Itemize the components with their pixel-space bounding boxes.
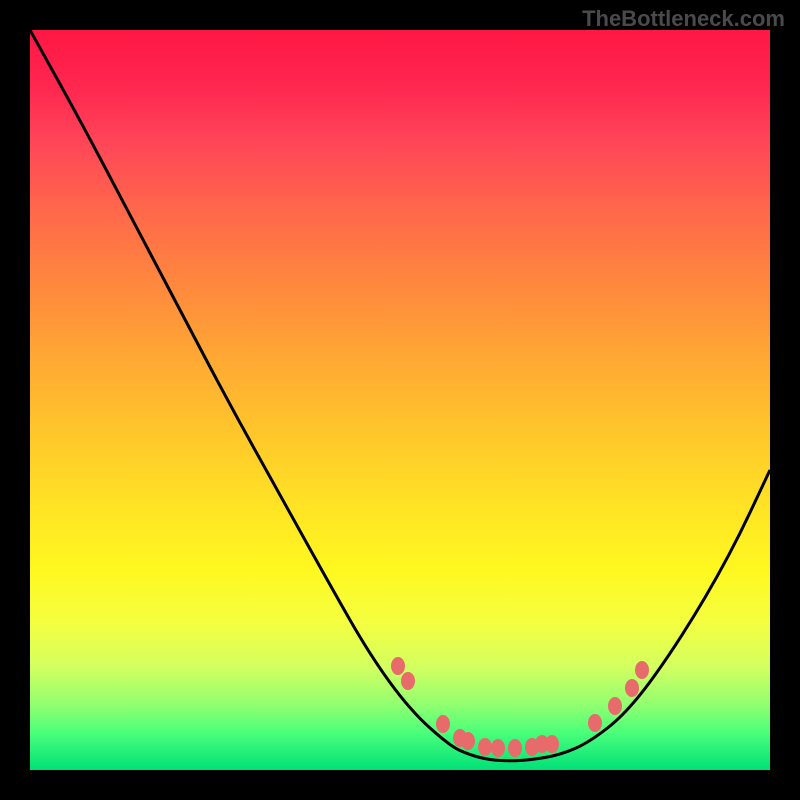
marker-group: [391, 657, 649, 757]
data-marker: [391, 657, 405, 675]
curve-line: [30, 30, 770, 761]
data-marker: [436, 715, 450, 733]
data-marker: [401, 672, 415, 690]
data-marker: [635, 661, 649, 679]
data-marker: [491, 739, 505, 757]
data-marker: [478, 738, 492, 756]
plot-area: [30, 30, 770, 770]
data-marker: [508, 739, 522, 757]
data-marker: [545, 735, 559, 753]
data-marker: [608, 697, 622, 715]
data-marker: [461, 732, 475, 750]
chart-container: TheBottleneck.com: [0, 0, 800, 800]
watermark-text: TheBottleneck.com: [582, 6, 785, 32]
data-marker: [625, 679, 639, 697]
data-marker: [588, 714, 602, 732]
chart-svg: [30, 30, 770, 770]
